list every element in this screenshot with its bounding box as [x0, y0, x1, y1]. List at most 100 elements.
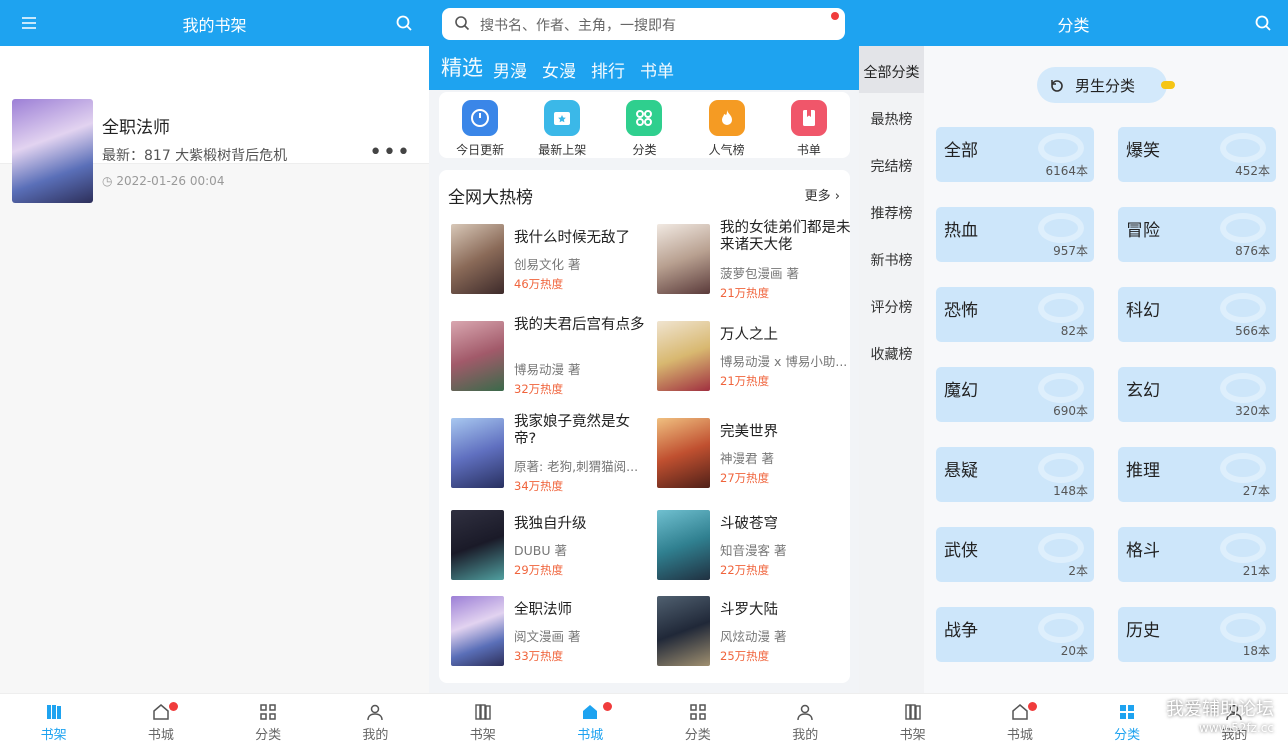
category-name: 科幻 [1126, 301, 1160, 321]
tab-bookstore[interactable]: 书城 [107, 694, 214, 743]
bookshelf-header: 我的书架 [0, 0, 429, 46]
tab-booklist[interactable]: 书单 [640, 57, 674, 82]
book-entry[interactable]: 万人之上 博易动漫 x 博易小助... 21万热度 [657, 321, 857, 405]
shelf-book-item[interactable]: 全职法师 最新：817 大紫椴树背后危机 ◷ 2022-01-26 00:04 … [0, 46, 429, 203]
category-header: 分类 [859, 0, 1288, 46]
tab-female-comics[interactable]: 女漫 [542, 57, 576, 82]
category-card[interactable]: 全部 6164本 [936, 127, 1094, 182]
sidebar-item-new[interactable]: 新书榜 [859, 234, 924, 281]
book-entry[interactable]: 斗破苍穹 知音漫客 著 22万热度 [657, 510, 857, 594]
home-icon [153, 704, 169, 720]
category-card[interactable]: 科幻 566本 [1118, 287, 1276, 342]
sidebar-item-hottest[interactable]: 最热榜 [859, 93, 924, 140]
category-card[interactable]: 武侠 2本 [936, 527, 1094, 582]
category-card[interactable]: 推理 27本 [1118, 447, 1276, 502]
tab-category[interactable]: 分类 [215, 694, 322, 743]
tab-bookshelf[interactable]: 书架 [429, 694, 537, 743]
tab-category[interactable]: 分类 [1074, 694, 1181, 743]
category-count: 82本 [1060, 324, 1088, 338]
category-name: 全部 [944, 141, 978, 161]
category-tabs: 精选 男漫 女漫 排行 书单 [441, 52, 689, 82]
book-entry[interactable]: 全职法师 阅文漫画 著 33万热度 [451, 596, 651, 680]
sidebar-item-favorites[interactable]: 收藏榜 [859, 328, 924, 375]
tab-category[interactable]: 分类 [644, 694, 752, 743]
category-card[interactable]: 战争 20本 [936, 607, 1094, 662]
category-count: 957本 [1053, 244, 1088, 258]
book-entry[interactable]: 我的夫君后宫有点多 博易动漫 著 32万热度 [451, 317, 651, 405]
book-entry[interactable]: 我家娘子竟然是女帝? 原著: 老狗,刺猬猫阅... 34万热度 [451, 414, 651, 502]
category-card[interactable]: 悬疑 148本 [936, 447, 1094, 502]
tab-profile[interactable]: 我的 [322, 694, 429, 743]
category-card[interactable]: 冒险 876本 [1118, 207, 1276, 262]
category-card[interactable]: 爆笑 452本 [1118, 127, 1276, 182]
decor-icon [1220, 453, 1266, 483]
quick-new-arrivals[interactable]: 最新上架 [527, 100, 597, 158]
book-cover [451, 596, 504, 666]
decor-icon [1038, 373, 1084, 403]
sidebar-item-all[interactable]: 全部分类 [859, 46, 924, 93]
decor-icon [1220, 533, 1266, 563]
book-cover [451, 224, 504, 294]
sidebar-item-completed[interactable]: 完结榜 [859, 140, 924, 187]
quick-popular[interactable]: 人气榜 [692, 100, 762, 158]
quick-booklist[interactable]: 书单 [774, 100, 844, 158]
book-entry[interactable]: 我什么时候无敌了 创易文化 著 46万热度 [451, 224, 651, 308]
search-icon[interactable] [1254, 14, 1272, 32]
category-name: 悬疑 [944, 461, 978, 481]
gender-switch[interactable]: 男生分类 [1037, 67, 1175, 103]
quick-category[interactable]: 分类 [609, 100, 679, 158]
toggle-indicator [1161, 81, 1175, 89]
grid-icon [690, 704, 706, 720]
sidebar-item-rating[interactable]: 评分榜 [859, 281, 924, 328]
category-card[interactable]: 玄幻 320本 [1118, 367, 1276, 422]
decor-icon [1038, 293, 1084, 323]
category-icon [626, 100, 663, 136]
decor-icon [1220, 133, 1266, 163]
tab-featured[interactable]: 精选 [441, 52, 483, 82]
book-cover [657, 510, 710, 580]
bookshelf-icon [475, 704, 491, 720]
book-entry[interactable]: 我独自升级 DUBU 著 29万热度 [451, 510, 651, 594]
notification-dot [603, 702, 613, 711]
search-input[interactable]: 搜书名、作者、主角，一搜即有 [442, 8, 845, 40]
category-name: 魔幻 [944, 381, 978, 401]
category-name: 玄幻 [1126, 381, 1160, 401]
category-screen: 分类 全部分类 最热榜 完结榜 推荐榜 新书榜 评分榜 收藏榜 男生分类 全部 6… [859, 0, 1288, 743]
bookstore-screen: 搜书名、作者、主角，一搜即有 精选 男漫 女漫 排行 书单 今日更新 最新上架 … [429, 0, 859, 743]
bookstore-header: 搜书名、作者、主角，一搜即有 精选 男漫 女漫 排行 书单 [429, 0, 859, 90]
category-name: 格斗 [1126, 541, 1160, 561]
book-entry[interactable]: 我的女徒弟们都是未来诸天大佬 菠萝包漫画 著 21万热度 [657, 220, 857, 308]
category-card[interactable]: 魔幻 690本 [936, 367, 1094, 422]
category-card[interactable]: 热血 957本 [936, 207, 1094, 262]
tab-ranking[interactable]: 排行 [591, 57, 625, 82]
sidebar-item-recommended[interactable]: 推荐榜 [859, 187, 924, 234]
more-options-icon[interactable]: ••• [369, 140, 411, 165]
tab-bookstore[interactable]: 书城 [537, 694, 645, 743]
category-count: 18本 [1242, 644, 1270, 658]
tab-bookshelf[interactable]: 书架 [859, 694, 966, 743]
book-entry[interactable]: 斗罗大陆 风炫动漫 著 25万热度 [657, 596, 857, 680]
tab-bookshelf[interactable]: 书架 [0, 694, 107, 743]
book-cover [657, 224, 710, 294]
book-entry[interactable]: 完美世界 神漫君 著 27万热度 [657, 418, 857, 502]
decor-icon [1038, 213, 1084, 243]
decor-icon [1038, 133, 1084, 163]
category-card[interactable]: 恐怖 82本 [936, 287, 1094, 342]
category-name: 武侠 [944, 541, 978, 561]
more-link[interactable]: 更多 › [805, 185, 840, 204]
category-card[interactable]: 历史 18本 [1118, 607, 1276, 662]
tab-male-comics[interactable]: 男漫 [493, 57, 527, 82]
decor-icon [1220, 373, 1266, 403]
book-icon [790, 100, 827, 136]
book-cover [657, 321, 710, 391]
watermark: 我爱辅助论坛 www.52fz.cc [1166, 699, 1274, 735]
category-card[interactable]: 格斗 21本 [1118, 527, 1276, 582]
book-cover [451, 321, 504, 391]
search-icon[interactable] [395, 14, 413, 32]
tab-bookstore[interactable]: 书城 [966, 694, 1073, 743]
category-count: 690本 [1053, 404, 1088, 418]
quick-today-update[interactable]: 今日更新 [445, 100, 515, 158]
page-title: 我的书架 [182, 16, 247, 35]
category-count: 320本 [1235, 404, 1270, 418]
tab-profile[interactable]: 我的 [752, 694, 860, 743]
